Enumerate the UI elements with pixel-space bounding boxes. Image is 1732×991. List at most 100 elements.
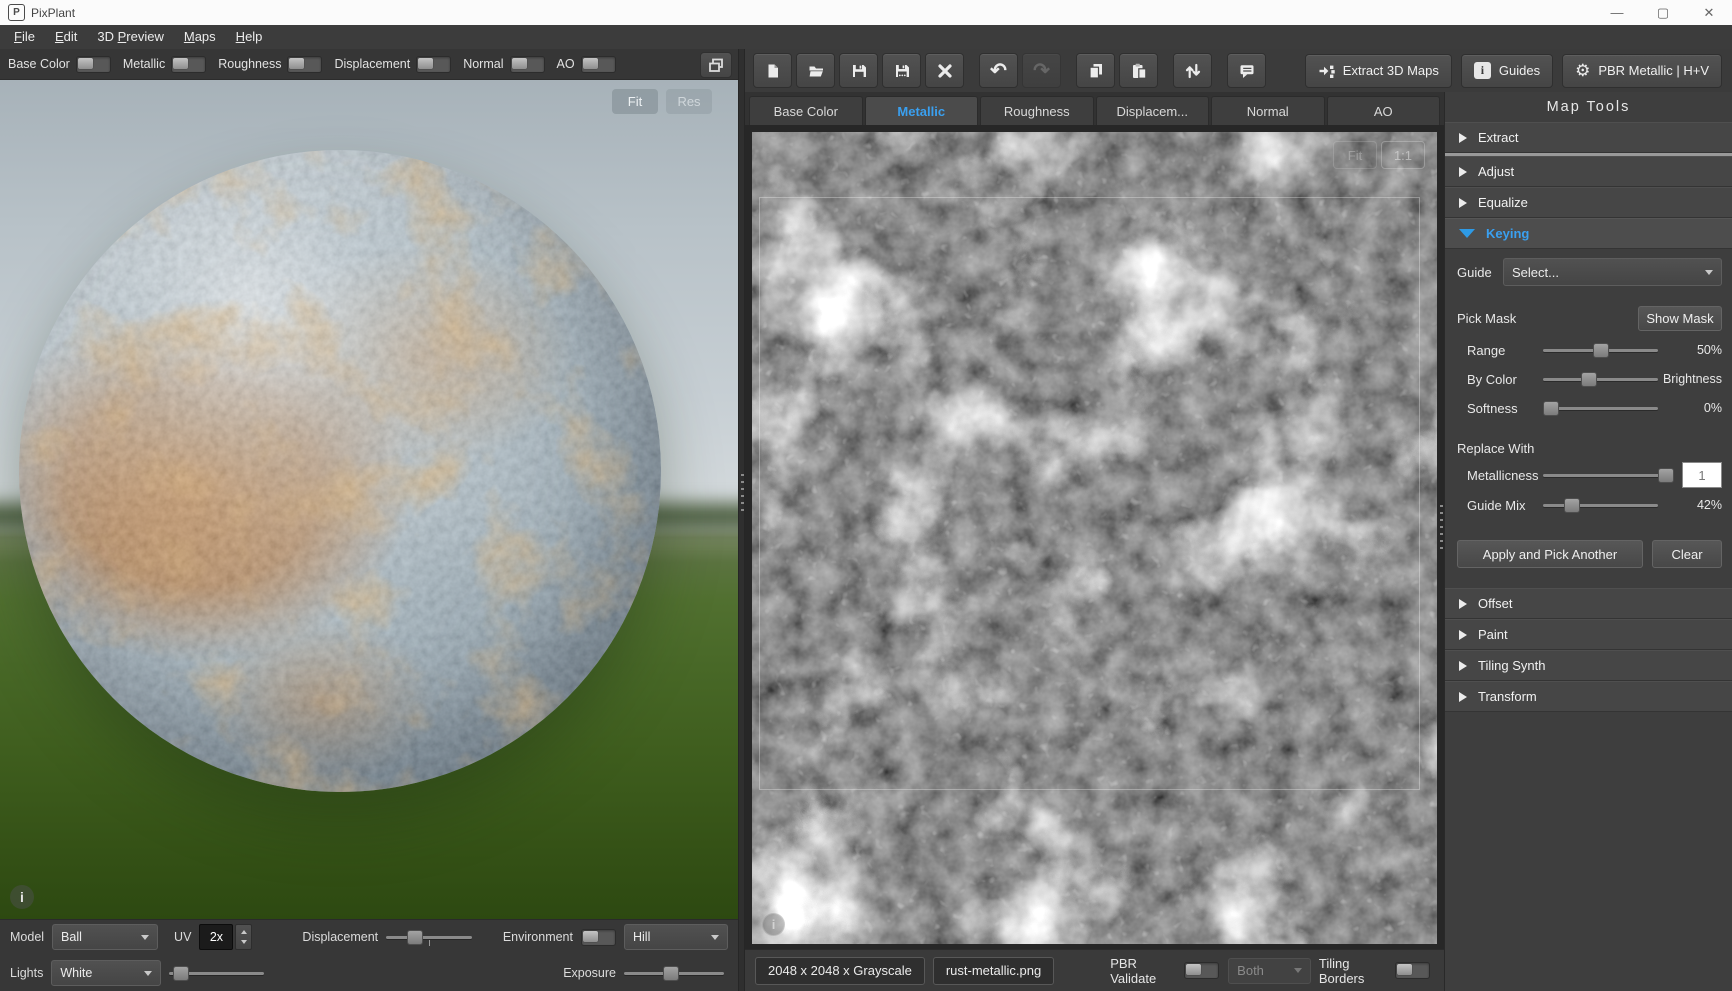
menu-3d-preview[interactable]: 3D Preview (87, 25, 173, 49)
chevron-down-icon (1705, 270, 1713, 275)
preview-info-icon[interactable]: i (10, 885, 34, 909)
material-sphere (19, 150, 661, 792)
range-slider[interactable] (1543, 343, 1658, 358)
show-mask-button[interactable]: Show Mask (1638, 306, 1722, 331)
metallic-map-image[interactable]: Fit 1:1 i (752, 132, 1437, 944)
clear-button[interactable]: Clear (1652, 540, 1722, 568)
section-equalize[interactable]: Equalize (1445, 187, 1732, 218)
copy-button[interactable] (1076, 53, 1115, 88)
section-adjust[interactable]: Adjust (1445, 156, 1732, 187)
close-x-icon (937, 63, 953, 79)
uv-label: UV (174, 930, 191, 944)
map-tools-title: Map Tools (1445, 92, 1732, 122)
undo-button[interactable]: ↶ (979, 53, 1018, 88)
filename-badge[interactable]: rust-metallic.png (933, 957, 1054, 985)
displacement-slider-knob[interactable] (407, 930, 423, 945)
save-button[interactable] (839, 53, 878, 88)
toggle-metallic: Metallic (123, 56, 206, 73)
panel-splitter[interactable] (738, 49, 745, 991)
texture-actual-size-button[interactable]: 1:1 (1381, 141, 1425, 169)
guide-dropdown[interactable]: Select... (1503, 258, 1722, 286)
lights-intensity-knob[interactable] (173, 966, 189, 981)
tab-metallic[interactable]: Metallic (865, 96, 979, 125)
environment-toggle[interactable] (581, 929, 616, 946)
guide-label: Guide (1457, 265, 1503, 280)
displacement-slider[interactable] (386, 930, 472, 945)
tiling-borders-toggle[interactable] (1395, 962, 1430, 979)
texture-fit-button[interactable]: Fit (1333, 141, 1377, 169)
texture-info-icon[interactable]: i (762, 913, 785, 936)
map-toggle-row: Base Color Metallic Roughness Displaceme… (0, 49, 738, 80)
tab-normal[interactable]: Normal (1211, 96, 1325, 125)
roughness-toggle[interactable] (287, 56, 322, 73)
preview-viewport[interactable]: Fit Res i (0, 80, 738, 919)
tab-displacement[interactable]: Displacem... (1096, 96, 1210, 125)
menu-file[interactable]: File (4, 25, 45, 49)
environment-dropdown[interactable]: Hill (624, 924, 728, 950)
softness-slider-knob[interactable] (1543, 401, 1559, 416)
section-keying[interactable]: Keying (1445, 218, 1732, 249)
by-color-slider[interactable] (1543, 372, 1658, 387)
apply-and-pick-another-button[interactable]: Apply and Pick Another (1457, 540, 1643, 568)
metallicness-slider[interactable] (1543, 468, 1674, 483)
normal-toggle[interactable] (510, 56, 545, 73)
tab-base-color[interactable]: Base Color (749, 96, 863, 125)
section-transform[interactable]: Transform (1445, 681, 1732, 712)
metallicness-slider-knob[interactable] (1658, 468, 1674, 483)
guide-mix-value: 42% (1658, 498, 1722, 512)
spin-down-icon (241, 940, 247, 944)
section-offset[interactable]: Offset (1445, 588, 1732, 619)
preset-button[interactable]: ⚙ PBR Metallic | H+V (1562, 54, 1722, 88)
uv-spin-buttons[interactable] (235, 924, 252, 950)
lights-dropdown[interactable]: White (51, 960, 161, 986)
minimize-button[interactable]: — (1594, 0, 1640, 25)
right-splitter-grip[interactable] (1440, 505, 1443, 550)
range-slider-knob[interactable] (1593, 343, 1609, 358)
texture-view[interactable]: Fit 1:1 i (745, 125, 1444, 949)
section-tiling-synth[interactable]: Tiling Synth (1445, 650, 1732, 681)
section-paint[interactable]: Paint (1445, 619, 1732, 650)
menu-maps[interactable]: Maps (174, 25, 226, 49)
pbr-mode-dropdown[interactable]: Both (1228, 958, 1311, 984)
splitter-grip[interactable] (741, 474, 744, 512)
base-color-toggle[interactable] (76, 56, 111, 73)
open-file-button[interactable] (796, 53, 835, 88)
guides-button[interactable]: i Guides (1461, 54, 1553, 88)
preview-res-button[interactable]: Res (666, 89, 712, 114)
comment-button[interactable] (1227, 53, 1266, 88)
menu-help[interactable]: Help (226, 25, 273, 49)
extract-3d-maps-button[interactable]: Extract 3D Maps (1305, 54, 1452, 88)
section-extract[interactable]: Extract (1445, 122, 1732, 153)
tab-ao[interactable]: AO (1327, 96, 1441, 125)
section-equalize-label: Equalize (1478, 195, 1528, 210)
paste-button[interactable] (1119, 53, 1158, 88)
displacement-toggle[interactable] (416, 56, 451, 73)
pbr-validate-toggle[interactable] (1184, 962, 1219, 979)
close-texture-button[interactable] (925, 53, 964, 88)
guide-mix-slider[interactable] (1543, 498, 1658, 513)
new-file-button[interactable] (753, 53, 792, 88)
lights-intensity-slider[interactable] (169, 966, 264, 981)
chevron-down-icon (711, 935, 719, 940)
chevron-right-icon (1459, 167, 1467, 177)
redo-button[interactable]: ↷ (1022, 53, 1061, 88)
model-dropdown[interactable]: Ball (52, 924, 158, 950)
tab-roughness[interactable]: Roughness (980, 96, 1094, 125)
ao-toggle[interactable] (581, 56, 616, 73)
image-dimensions-badge: 2048 x 2048 x Grayscale (755, 957, 925, 985)
save-as-button[interactable] (882, 53, 921, 88)
detach-preview-button[interactable] (700, 52, 732, 78)
metallicness-input[interactable] (1682, 462, 1722, 488)
close-button[interactable]: ✕ (1686, 0, 1732, 25)
menu-edit[interactable]: Edit (45, 25, 87, 49)
softness-slider[interactable] (1543, 401, 1658, 416)
swap-maps-button[interactable] (1173, 53, 1212, 88)
maximize-button[interactable]: ▢ (1640, 0, 1686, 25)
guide-mix-slider-knob[interactable] (1564, 498, 1580, 513)
preview-fit-button[interactable]: Fit (612, 89, 658, 114)
metallic-toggle[interactable] (171, 56, 206, 73)
by-color-slider-knob[interactable] (1581, 372, 1597, 387)
exposure-slider[interactable] (624, 966, 724, 981)
uv-stepper[interactable]: 2x (199, 924, 252, 950)
exposure-slider-knob[interactable] (663, 966, 679, 981)
